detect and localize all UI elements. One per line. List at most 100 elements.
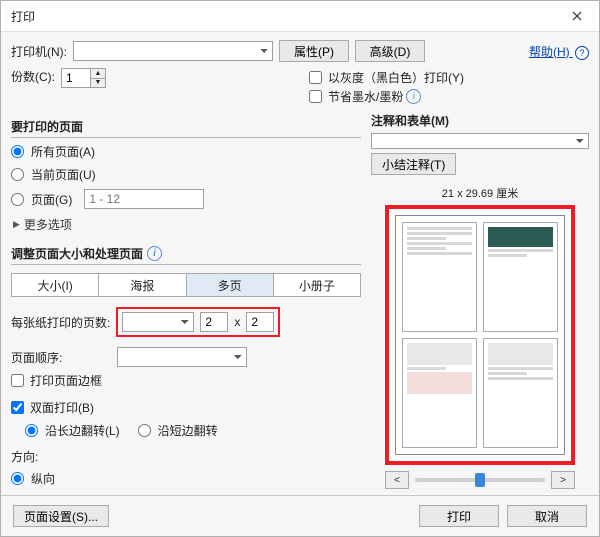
duplex-checkbox[interactable] xyxy=(11,401,24,414)
preview-nav: < > xyxy=(385,471,575,489)
help-link-text: 帮助(H) xyxy=(529,45,570,59)
pages-current-radio[interactable]: 当前页面(U) xyxy=(11,166,361,183)
orientation-portrait-radio[interactable]: 纵向 xyxy=(11,470,361,487)
copies-input[interactable] xyxy=(61,68,91,88)
tab-multi[interactable]: 多页 xyxy=(187,273,274,297)
summarize-comments-button[interactable]: 小结注释(T) xyxy=(371,153,456,175)
preview-sheet xyxy=(395,215,565,455)
per-sheet-select[interactable]: 自定义... xyxy=(122,312,194,332)
sizing-section-head: 调整页面大小和处理页面 i xyxy=(11,243,361,265)
per-sheet-cols[interactable] xyxy=(200,312,228,332)
pages-all-label: 所有页面(A) xyxy=(31,143,95,160)
more-options-label: 更多选项 xyxy=(24,216,72,233)
grayscale-checkbox[interactable] xyxy=(309,71,322,84)
preview-page-4 xyxy=(483,338,558,448)
pages-range-row: 页面(G) xyxy=(11,189,361,209)
preview-page-3 xyxy=(402,338,477,448)
more-options-toggle[interactable]: 更多选项 xyxy=(13,216,361,233)
preview-next-button[interactable]: > xyxy=(551,471,575,489)
preview-slider[interactable] xyxy=(415,478,545,482)
window-title: 打印 xyxy=(1,8,35,25)
preview-highlight xyxy=(385,205,575,465)
paper-size-label: 21 x 29.69 厘米 xyxy=(442,185,518,201)
tab-poster[interactable]: 海报 xyxy=(99,273,186,297)
inksave-check[interactable]: 节省墨水/墨粉 i xyxy=(309,88,589,105)
duplex-short-input[interactable] xyxy=(138,424,151,437)
info-icon: i xyxy=(147,246,162,261)
chevron-left-icon: < xyxy=(394,475,400,486)
duplex-label: 双面打印(B) xyxy=(30,399,94,416)
chevron-right-icon: > xyxy=(560,475,566,486)
per-sheet-row: 每张纸打印的页数: 自定义... x xyxy=(11,307,361,337)
comments-select[interactable]: 文档和标记 xyxy=(371,133,589,149)
printer-row: 打印机(N): Canon iR2525/2530 UFRII LT 属性(P)… xyxy=(11,40,589,62)
info-icon: i xyxy=(406,89,421,104)
orientation-portrait-input[interactable] xyxy=(11,472,24,485)
pages-all-input[interactable] xyxy=(11,145,24,158)
sizing-section-title: 调整页面大小和处理页面 xyxy=(11,245,143,262)
advanced-button[interactable]: 高级(D) xyxy=(355,40,425,62)
pages-range-label: 页面(G) xyxy=(31,191,72,208)
pages-current-label: 当前页面(U) xyxy=(31,166,96,183)
pages-current-input[interactable] xyxy=(11,168,24,181)
printer-label: 打印机(N): xyxy=(11,43,67,60)
tab-booklet[interactable]: 小册子 xyxy=(274,273,361,297)
close-button[interactable] xyxy=(554,1,599,31)
pages-section-head: 要打印的页面 xyxy=(11,116,361,138)
page-setup-button[interactable]: 页面设置(S)... xyxy=(13,505,109,527)
preview-area: 21 x 29.69 厘米 xyxy=(371,185,589,495)
print-dialog: 打印 打印机(N): Canon iR2525/2530 UFRII LT 属性… xyxy=(0,0,600,537)
preview-page-2 xyxy=(483,222,558,332)
duplex-short-radio[interactable]: 沿短边翻转 xyxy=(138,422,218,439)
pages-range-radio[interactable]: 页面(G) xyxy=(11,191,72,208)
pages-section-title: 要打印的页面 xyxy=(11,118,83,135)
dialog-footer: 页面设置(S)... 打印 取消 xyxy=(1,495,599,536)
print-border-checkbox[interactable] xyxy=(11,374,24,387)
spinner-buttons[interactable]: ▲▼ xyxy=(91,68,106,88)
inksave-checkbox[interactable] xyxy=(309,90,322,103)
left-column: 要打印的页面 所有页面(A) 当前页面(U) 页面(G) xyxy=(11,112,361,491)
print-options: 以灰度（黑白色）打印(Y) 节省墨水/墨粉 i xyxy=(309,68,589,106)
duplex-long-label: 沿长边翻转(L) xyxy=(45,422,120,439)
dialog-content: 打印机(N): Canon iR2525/2530 UFRII LT 属性(P)… xyxy=(1,32,599,495)
page-order-label: 页面顺序: xyxy=(11,349,111,366)
duplex-check[interactable]: 双面打印(B) xyxy=(11,399,361,416)
orientation-portrait-label: 纵向 xyxy=(31,470,55,487)
page-order-select[interactable]: 横向 xyxy=(117,347,247,367)
duplex-short-label: 沿短边翻转 xyxy=(158,422,218,439)
per-sheet-label: 每张纸打印的页数: xyxy=(11,314,110,331)
print-border-check[interactable]: 打印页面边框 xyxy=(11,372,361,389)
right-column: 注释和表单(M) 文档和标记 小结注释(T) 21 x 29.69 厘米 xyxy=(371,112,589,491)
close-icon xyxy=(572,11,582,21)
duplex-long-radio[interactable]: 沿长边翻转(L) xyxy=(25,422,120,439)
print-border-label: 打印页面边框 xyxy=(30,372,102,389)
inksave-label: 节省墨水/墨粉 xyxy=(328,88,403,105)
preview-page-1 xyxy=(402,222,477,332)
titlebar: 打印 xyxy=(1,1,599,32)
duplex-long-input[interactable] xyxy=(25,424,38,437)
spin-up-icon[interactable]: ▲ xyxy=(91,69,105,78)
pages-range-field[interactable] xyxy=(84,189,204,209)
grayscale-label: 以灰度（黑白色）打印(Y) xyxy=(328,69,464,86)
spin-down-icon[interactable]: ▼ xyxy=(91,78,105,88)
per-sheet-rows[interactable] xyxy=(246,312,274,332)
cancel-button[interactable]: 取消 xyxy=(507,505,587,527)
sizing-tabs: 大小(I) 海报 多页 小册子 xyxy=(11,273,361,297)
per-sheet-highlight: 自定义... x xyxy=(116,307,280,337)
copies-spinner[interactable]: ▲▼ xyxy=(61,68,106,88)
properties-button[interactable]: 属性(P) xyxy=(279,40,349,62)
page-order-row: 页面顺序: 横向 xyxy=(11,347,361,367)
duplex-options: 沿长边翻转(L) 沿短边翻转 xyxy=(25,421,361,440)
pages-range-input[interactable] xyxy=(11,193,24,206)
pages-all-radio[interactable]: 所有页面(A) xyxy=(11,143,361,160)
main-columns: 要打印的页面 所有页面(A) 当前页面(U) 页面(G) xyxy=(11,112,589,491)
help-icon: ? xyxy=(575,46,589,60)
help-link[interactable]: 帮助(H) ? xyxy=(529,43,589,60)
printer-select[interactable]: Canon iR2525/2530 UFRII LT xyxy=(73,41,273,61)
print-button[interactable]: 打印 xyxy=(419,505,499,527)
tab-size[interactable]: 大小(I) xyxy=(11,273,99,297)
comments-section-title: 注释和表单(M) xyxy=(371,112,589,129)
grayscale-check[interactable]: 以灰度（黑白色）打印(Y) xyxy=(309,69,589,86)
preview-prev-button[interactable]: < xyxy=(385,471,409,489)
orientation-label: 方向: xyxy=(11,448,361,465)
